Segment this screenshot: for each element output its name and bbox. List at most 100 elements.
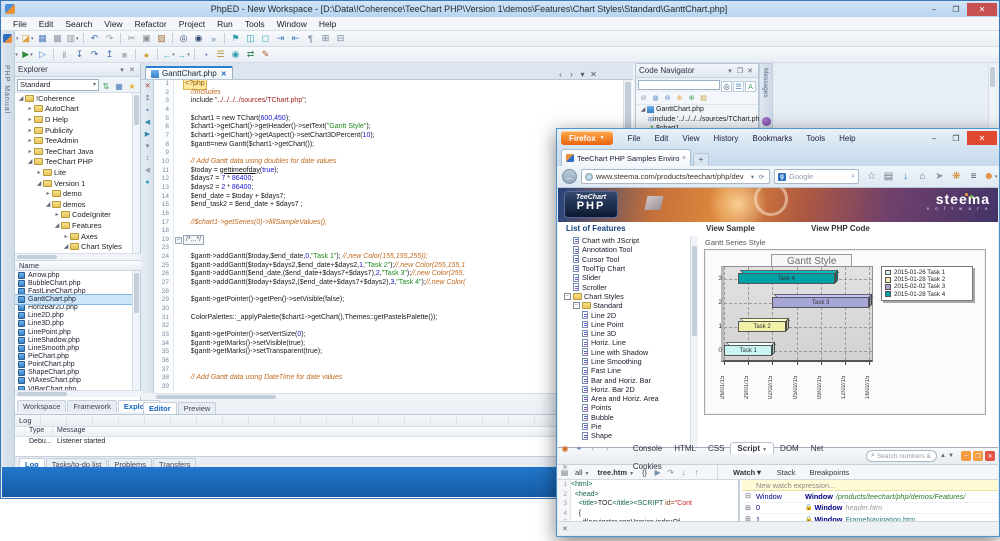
- cnav-filter-icon[interactable]: A: [745, 81, 756, 92]
- toolbar-find-icon[interactable]: ◎: [176, 32, 191, 45]
- tree-item-demo[interactable]: ▸demo: [15, 188, 133, 199]
- firebug-source-view[interactable]: 1<html>2 <head>3 <title>TOC</title><SCRI…: [558, 480, 740, 521]
- menu-project[interactable]: Project: [173, 19, 211, 29]
- close-tab-icon[interactable]: ×: [682, 155, 686, 162]
- file-item-ganttchart-php[interactable]: GanttChart.php: [15, 295, 133, 303]
- firebug-back-icon[interactable]: ‹: [586, 442, 600, 455]
- menu-view[interactable]: View: [98, 19, 128, 29]
- new-tab-button[interactable]: +: [693, 153, 709, 166]
- collapsed-icon[interactable]: ▸: [53, 211, 61, 218]
- file-item-horizbar2d-php[interactable]: HorizBar2D.php: [15, 304, 133, 312]
- sidebar-item-points[interactable]: Points: [558, 403, 698, 412]
- tree-item-demos[interactable]: ◢demos: [15, 199, 133, 210]
- search-prev-icon[interactable]: ▲: [939, 453, 947, 459]
- firebug-step-into-icon[interactable]: ↓: [677, 468, 690, 477]
- panel-tab-framework[interactable]: Framework: [67, 400, 117, 412]
- search-next-icon[interactable]: ▼: [947, 453, 955, 459]
- file-item-vtaxeschart-php[interactable]: VtAxesChart.php: [15, 377, 133, 385]
- sidebar-item-pie[interactable]: Pie: [558, 422, 698, 431]
- tree-item-teechart-java[interactable]: ▸TeeChart Java: [15, 146, 133, 157]
- new-watch-expression-input[interactable]: New watch expression...: [742, 480, 998, 491]
- cnav-find-icon[interactable]: ◎: [721, 81, 732, 92]
- toolbar-redo-icon[interactable]: ↷: [102, 32, 117, 45]
- menu-view[interactable]: View: [675, 134, 706, 143]
- menu-refactor[interactable]: Refactor: [129, 19, 173, 29]
- firebug-detach-icon[interactable]: ❒: [973, 451, 983, 461]
- firebug-inspect-icon[interactable]: ⌖: [572, 443, 586, 456]
- close-icon[interactable]: ✕: [745, 67, 755, 75]
- editor-strip-collapse-icon[interactable]: ◀: [141, 116, 154, 128]
- menu-edit[interactable]: Edit: [648, 134, 676, 143]
- search-icon[interactable]: ⌕: [851, 173, 855, 181]
- addons-icon[interactable]: ❋: [948, 169, 965, 185]
- menu-icon[interactable]: ▾: [725, 67, 735, 75]
- toolbar-save-icon[interactable]: ▦: [35, 32, 50, 45]
- file-item-shapechart-php[interactable]: ShapeChart.php: [15, 369, 133, 377]
- expanded-icon[interactable]: ◢: [26, 158, 34, 165]
- firebug-sidetab-watch[interactable]: Watch▼: [726, 468, 770, 477]
- sidebar-item-horiz-line[interactable]: Horiz. Line: [558, 338, 698, 347]
- menu-run[interactable]: Run: [211, 19, 239, 29]
- firefox-titlebar[interactable]: Firefox ▼ FileEditViewHistoryBookmarksTo…: [557, 129, 999, 147]
- toolbar-undo-icon[interactable]: ↶: [87, 32, 102, 45]
- close-icon[interactable]: ✕: [127, 66, 137, 74]
- sidebar-item-line-with-shadow[interactable]: Line with Shadow: [558, 348, 698, 357]
- expanded-icon[interactable]: ◢: [639, 106, 647, 113]
- toolbar-navigate-forward-icon[interactable]: →▾: [176, 48, 191, 61]
- dock-tab-messages[interactable]: Messages: [762, 68, 769, 98]
- toolbar-code-snippet-icon[interactable]: ⊟: [333, 32, 348, 45]
- sidebar-item-standard[interactable]: −Standard: [558, 301, 698, 310]
- tree-item-d-help[interactable]: ▸D Help: [15, 114, 133, 125]
- toolbar-edit-mode-icon[interactable]: ✎: [258, 48, 273, 61]
- workspace-vscrollbar[interactable]: [988, 65, 996, 127]
- collapsed-icon[interactable]: ▸: [44, 190, 52, 197]
- close-button[interactable]: ✕: [967, 3, 997, 16]
- toolbar-paste-icon[interactable]: ▨: [154, 32, 169, 45]
- toolbar-open-file-icon[interactable]: ◪▾: [20, 32, 35, 45]
- dock-icon[interactable]: ❒: [735, 67, 745, 75]
- toolbar-next-bookmark-icon[interactable]: ◻: [258, 32, 273, 45]
- file-item-lineshadow-php[interactable]: LineShadow.php: [15, 336, 133, 344]
- toolbar-save-all-icon[interactable]: ▩: [50, 32, 65, 45]
- editor-strip-close-icon[interactable]: ✕: [141, 80, 154, 92]
- firebug-tab-net[interactable]: Net: [805, 443, 829, 454]
- explorer-sync-icon[interactable]: ⇅: [100, 80, 112, 92]
- tree-item-teeadmin[interactable]: ▸TeeAdmin: [15, 135, 133, 146]
- collapsed-icon[interactable]: ▸: [26, 137, 34, 144]
- editor-strip-dot-icon[interactable]: ●: [141, 176, 154, 188]
- tree-vscrollbar[interactable]: [132, 93, 140, 253]
- menu-file[interactable]: File: [621, 134, 648, 143]
- minimize-button[interactable]: –: [923, 3, 945, 16]
- expanded-icon[interactable]: ◢: [62, 243, 70, 250]
- toolbar-toggle-bookmark-icon[interactable]: ⚑: [228, 32, 243, 45]
- tree-item-teechart-php[interactable]: ◢TeeChart PHP: [15, 157, 133, 168]
- file-item-bubblechart-php[interactable]: BubbleChart.php: [15, 279, 133, 287]
- editor-strip-mark-icon[interactable]: ▪: [141, 104, 154, 116]
- gantt-bar-task-3[interactable]: Task 3: [772, 297, 869, 308]
- bookmarks-panel-icon[interactable]: ▤: [880, 169, 897, 185]
- script-file-dropdown[interactable]: tree.htm▼: [593, 468, 638, 477]
- tree-item--coherence[interactable]: ◢!Coherence: [15, 93, 133, 104]
- toolbar-run-in-browser-icon[interactable]: ▶▾: [20, 48, 35, 61]
- editor-close-tab-icon[interactable]: ✕: [588, 70, 599, 79]
- file-item-line2d-php[interactable]: Line2D.php: [15, 312, 133, 320]
- sidebar-item-fast-line[interactable]: Fast Line: [558, 366, 698, 375]
- expanded-icon[interactable]: ◢: [53, 222, 61, 229]
- close-icon[interactable]: ✕: [562, 525, 568, 533]
- toolbar-step-into-icon[interactable]: ↧: [72, 48, 87, 61]
- log-col-type[interactable]: Type: [15, 427, 53, 436]
- tree-item-autochart[interactable]: ▸AutoChart: [15, 104, 133, 115]
- firebug-continue-icon[interactable]: ▶: [651, 468, 664, 477]
- collapsed-icon[interactable]: ▸: [26, 116, 34, 123]
- script-filter-dropdown[interactable]: all▼: [571, 468, 593, 477]
- maximize-button[interactable]: ❒: [945, 3, 967, 16]
- toolbar-goto-line-icon[interactable]: »: [206, 32, 221, 45]
- menu-tools[interactable]: Tools: [239, 19, 271, 29]
- toolbar-profiler-icon[interactable]: ◔: [198, 48, 213, 61]
- view-tab-editor[interactable]: Editor: [143, 402, 177, 414]
- file-item-arrow-php[interactable]: Arrow.php: [15, 271, 133, 279]
- log-col-message[interactable]: Message: [53, 427, 85, 436]
- panel-tab-workspace[interactable]: Workspace: [17, 400, 66, 412]
- firebug-firebug-icon[interactable]: ◉: [558, 442, 572, 455]
- file-item-piechart-php[interactable]: PieChart.php: [15, 352, 133, 360]
